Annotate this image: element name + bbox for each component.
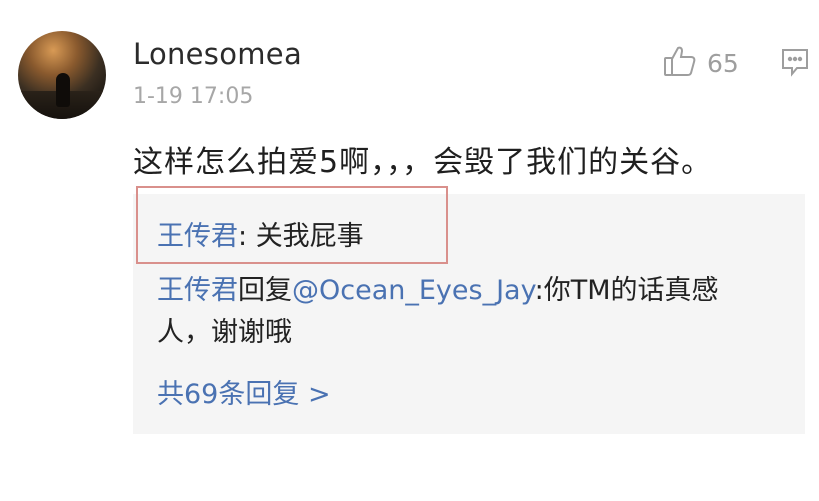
username[interactable]: Lonesomea [133, 37, 302, 71]
timestamp: 1-19 17:05 [133, 84, 254, 109]
reply-mention[interactable]: @Ocean_Eyes_Jay [292, 275, 535, 306]
reply-text: 关我屁事 [255, 221, 364, 252]
comment-bubble-icon[interactable] [780, 47, 810, 81]
avatar-figure [56, 73, 70, 107]
like-count: 65 [707, 48, 739, 78]
reply-item[interactable]: 王传君回复@Ocean_Eyes_Jay:你TM的话真感人，谢谢哦 [157, 270, 767, 354]
reply-author[interactable]: 王传君 [157, 221, 238, 252]
avatar[interactable] [18, 31, 106, 119]
reply-author[interactable]: 王传君 [157, 275, 238, 306]
reply-separator: : [238, 221, 256, 252]
like-button[interactable]: 65 [663, 44, 739, 82]
reply-action: 回复 [238, 275, 292, 306]
thumbs-up-icon [663, 44, 697, 82]
more-replies-link[interactable]: 共69条回复 > [157, 372, 331, 411]
reply-item[interactable]: 王传君: 关我屁事 [157, 214, 364, 253]
comment-text: 这样怎么拍爱5啊，，，会毁了我们的关谷。 [133, 145, 713, 180]
